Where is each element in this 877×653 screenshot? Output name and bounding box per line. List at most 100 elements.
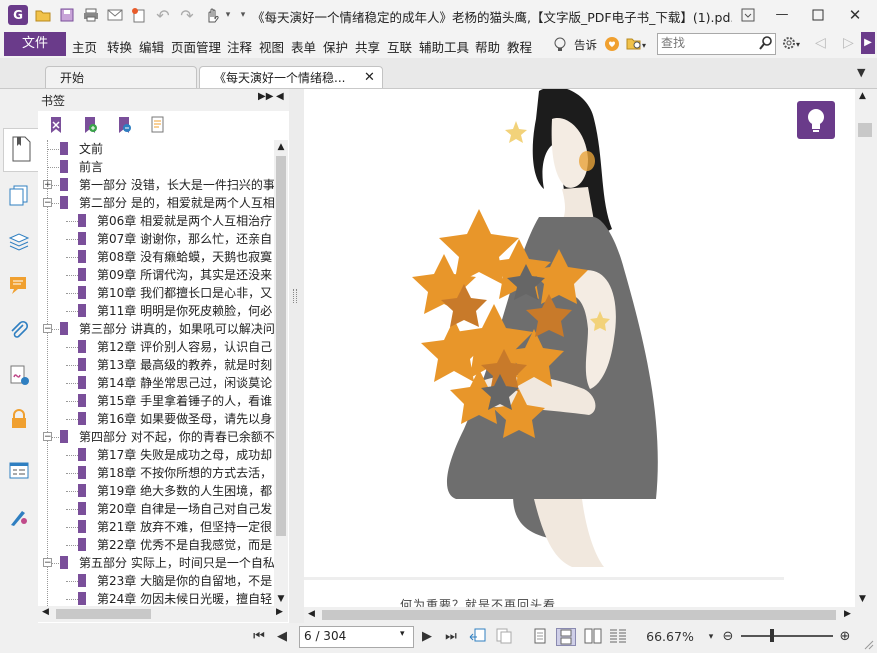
bookmark-item[interactable]: − 第二部分 是的，相爱就是两个人互相 [42, 194, 274, 212]
bookmark-item[interactable]: 第21章 放弃不难，但坚持一定很 [42, 518, 274, 536]
zoom-dropdown-icon[interactable]: ▾ [705, 628, 717, 646]
scroll-down-icon[interactable]: ▼ [274, 592, 288, 606]
collapse-icon[interactable]: − [43, 198, 52, 208]
comments-icon[interactable] [8, 274, 32, 298]
doc-scroll-left-icon[interactable]: ◀ [308, 609, 315, 619]
attachment-icon[interactable] [8, 320, 32, 344]
zoom-out-icon[interactable]: ⊖ [720, 628, 736, 646]
panel-splitter[interactable] [289, 89, 304, 623]
nav-forward-icon[interactable]: ▷ [843, 35, 854, 51]
bookmark-item[interactable]: 第24章 勿因未候日光暖，擅自轻 [42, 590, 274, 606]
menu-protect[interactable]: 保护 [323, 37, 348, 56]
bookmark-item[interactable]: 文前 [42, 140, 274, 158]
bookmark-item[interactable]: 第22章 优秀不是自我感觉，而是 [42, 536, 274, 554]
doc-scroll-down-icon[interactable]: ▼ [859, 594, 866, 604]
expand-toolbar-button[interactable]: ▶ [861, 32, 875, 54]
doc-hscroll-thumb[interactable] [322, 610, 836, 620]
scroll-right-icon[interactable]: ▶ [276, 607, 283, 617]
last-page-icon[interactable]: ⏭ [443, 628, 459, 646]
hide-panel-icon[interactable]: ◀ [276, 91, 284, 102]
bookmark-item[interactable]: 第14章 静坐常思己过，闲谈莫论 [42, 374, 274, 392]
collapse-icon[interactable]: − [43, 432, 52, 442]
menu-comment[interactable]: 注释 [227, 37, 252, 56]
bookmark-item[interactable]: 第15章 手里拿着锤子的人，看谁 [42, 392, 274, 410]
menu-accessibility[interactable]: 辅助工具 [419, 37, 469, 56]
tab-close-icon[interactable]: ✕ [364, 67, 375, 89]
bookmark-item[interactable]: 第10章 我们都擅长口是心非，又 [42, 284, 274, 302]
quick-access-dropdown-icon[interactable]: ▾ [234, 6, 252, 24]
tips-button[interactable] [797, 101, 835, 139]
prev-page-icon[interactable]: ◀ [274, 628, 290, 646]
minimize-button[interactable]: — [770, 4, 794, 26]
bookmark-item[interactable]: 第20章 自律是一场自己对自己发 [42, 500, 274, 518]
page-number-input[interactable] [300, 627, 394, 645]
layers-icon[interactable] [8, 230, 32, 254]
menu-page-management[interactable]: 页面管理 [171, 37, 221, 56]
bookmark-item[interactable]: − 第三部分 讲真的，如果吼可以解决问 [42, 320, 274, 338]
search-icon[interactable] [758, 35, 774, 54]
signature-icon[interactable] [8, 364, 32, 388]
tell-me-label[interactable]: 告诉 [574, 37, 597, 53]
doc-scroll-right-icon[interactable]: ▶ [844, 609, 851, 619]
add-bookmark-icon[interactable] [82, 116, 98, 137]
document-vscrollbar[interactable]: ▲ ▼ [855, 89, 877, 607]
menu-convert[interactable]: 转换 [107, 37, 132, 56]
continuous-facing-view-icon[interactable] [609, 628, 627, 646]
redo-icon[interactable]: ↷ [178, 6, 196, 25]
bookmark-item[interactable]: 第11章 明明是你死皮赖脸，何必 [42, 302, 274, 320]
next-page-icon[interactable]: ▶ [419, 628, 435, 646]
undo-icon[interactable]: ↶ [154, 6, 172, 25]
close-window-button[interactable]: ✕ [843, 4, 867, 26]
zoom-level[interactable]: 66.67% [642, 628, 698, 646]
bookmark-item[interactable]: 第18章 不按你所想的方式去活， [42, 464, 274, 482]
add-child-bookmark-icon[interactable] [116, 116, 132, 137]
bookmark-item[interactable]: 第13章 最高级的教养，就是时刻 [42, 356, 274, 374]
bookmark-item[interactable]: 第12章 评价别人容易，认识自己 [42, 338, 274, 356]
menu-form[interactable]: 表单 [291, 37, 316, 56]
search-input[interactable] [658, 34, 753, 52]
tab-document[interactable]: 《每天演好一个情绪稳... ✕ [199, 66, 383, 88]
bookmark-item[interactable]: 第07章 谢谢你，那么忙，还亲自 [42, 230, 274, 248]
doc-scroll-up-icon[interactable]: ▲ [859, 91, 866, 101]
ribbon-options-icon[interactable] [736, 4, 760, 26]
file-menu-button[interactable]: 文件 [4, 32, 66, 56]
first-page-icon[interactable]: ⏮ [251, 628, 267, 646]
new-icon[interactable] [130, 6, 148, 24]
print-icon[interactable] [82, 6, 100, 24]
menu-view[interactable]: 视图 [259, 37, 284, 56]
menu-edit[interactable]: 编辑 [139, 37, 164, 56]
bookmark-item[interactable]: 第23章 大脑是你的自留地，不是 [42, 572, 274, 590]
feedback-icon[interactable] [604, 36, 620, 55]
email-icon[interactable] [106, 6, 124, 24]
single-page-view-icon[interactable] [531, 628, 549, 646]
collapse-icon[interactable]: − [43, 558, 52, 568]
bookmark-item[interactable]: − 第四部分 对不起，你的青春已余额不 [42, 428, 274, 446]
bookmark-scroll-thumb[interactable] [276, 156, 286, 536]
splitter-grip[interactable] [293, 289, 297, 303]
bookmark-hscrollbar[interactable]: ◀ ▶ [38, 606, 288, 622]
menu-help[interactable]: 帮助 [475, 37, 500, 56]
facing-view-icon[interactable] [584, 628, 602, 646]
security-lock-icon[interactable] [8, 408, 32, 432]
pages-thumbnail-icon[interactable] [8, 184, 32, 208]
bookmark-item[interactable]: 第08章 没有癞蛤蟆，天鹅也寂寞 [42, 248, 274, 266]
find-folder-icon[interactable]: ▾ [626, 36, 648, 55]
collapse-panel-icon[interactable]: ▶▶ [258, 91, 273, 102]
doc-scroll-thumb[interactable] [858, 123, 872, 137]
next-view-icon[interactable] [494, 628, 514, 646]
bookmark-item[interactable]: 第17章 失败是成功之母，成功却 [42, 446, 274, 464]
menu-connect[interactable]: 互联 [387, 37, 412, 56]
bookmarks-panel-tab[interactable] [3, 128, 38, 172]
previous-view-icon[interactable] [468, 628, 488, 646]
menu-home[interactable]: 主页 [72, 37, 97, 56]
scroll-up-icon[interactable]: ▲ [274, 140, 288, 154]
save-icon[interactable] [58, 6, 76, 24]
form-fields-icon[interactable] [8, 460, 32, 484]
bookmark-item[interactable]: 第16章 如果要做圣母，请先以身 [42, 410, 274, 428]
bookmark-scrollbar[interactable]: ▲ ▼ [274, 140, 288, 606]
bookmark-item[interactable]: 前言 [42, 158, 274, 176]
tab-start[interactable]: 开始 [45, 66, 197, 88]
nav-back-icon[interactable]: ◁ [815, 35, 826, 51]
bookmark-item[interactable]: − 第五部分 实际上，时间只是一个自私 [42, 554, 274, 572]
collapse-icon[interactable]: − [43, 324, 52, 334]
